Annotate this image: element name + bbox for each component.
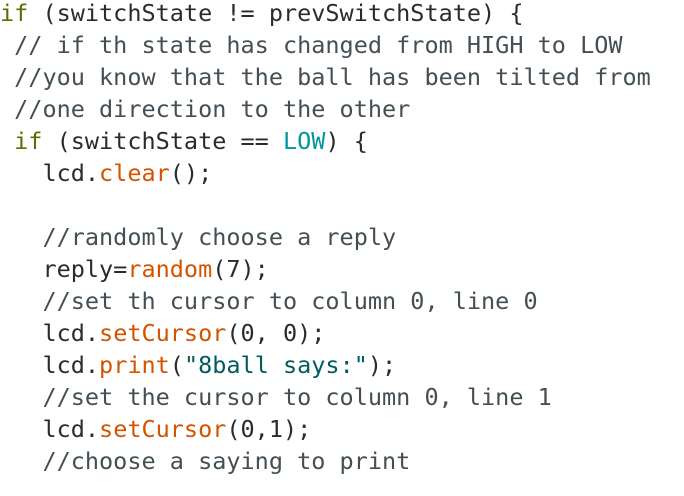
keyword-token: if bbox=[14, 127, 43, 155]
string-literal-token: "8ball says:" bbox=[183, 351, 368, 379]
function-token: setCursor bbox=[99, 415, 227, 443]
code-line[interactable]: // if th state has changed from HIGH to … bbox=[0, 29, 684, 61]
code-token: (switchState == bbox=[42, 127, 283, 155]
code-line[interactable]: lcd.print("8ball says:"); bbox=[0, 349, 684, 381]
function-token: clear bbox=[99, 159, 170, 187]
comment-token: //set th cursor to column 0, line 0 bbox=[0, 287, 538, 315]
function-token: random bbox=[127, 255, 213, 283]
code-token: (0, 0); bbox=[226, 319, 326, 347]
code-line[interactable]: if (switchState == LOW) { bbox=[0, 125, 684, 157]
comment-token: //randomly choose a reply bbox=[0, 223, 397, 251]
code-token: lcd. bbox=[0, 415, 100, 443]
function-token: print bbox=[99, 351, 170, 379]
keyword-token: if bbox=[0, 0, 29, 27]
comment-token: // if th state has changed from HIGH to … bbox=[0, 31, 623, 59]
code-token: (7); bbox=[212, 255, 269, 283]
comment-token: //one direction to the other bbox=[0, 95, 411, 123]
code-line[interactable]: //set the cursor to column 0, line 1 bbox=[0, 381, 684, 413]
comment-token: //you know that the ball has been tilted… bbox=[0, 63, 651, 91]
code-token: (0,1); bbox=[226, 415, 312, 443]
code-line[interactable]: reply=random(7); bbox=[0, 253, 684, 285]
code-token: (); bbox=[169, 159, 213, 187]
code-line[interactable]: //choose a saying to print bbox=[0, 445, 684, 477]
code-token: lcd. bbox=[0, 351, 100, 379]
code-line[interactable]: ​ bbox=[0, 189, 684, 221]
code-line[interactable]: lcd.setCursor(0, 0); bbox=[0, 317, 684, 349]
comment-token: //choose a saying to print bbox=[0, 447, 411, 475]
code-token: lcd. bbox=[0, 319, 100, 347]
code-token: ( bbox=[169, 351, 184, 379]
comment-token: //set the cursor to column 0, line 1 bbox=[0, 383, 552, 411]
code-editor[interactable]: if (switchState != prevSwitchState) { //… bbox=[0, 0, 684, 477]
code-line[interactable]: //set th cursor to column 0, line 0 bbox=[0, 285, 684, 317]
code-line[interactable]: //one direction to the other bbox=[0, 93, 684, 125]
code-token: (switchState != prevSwitchState) { bbox=[28, 0, 524, 27]
code-token: ); bbox=[367, 351, 397, 379]
code-token: reply= bbox=[0, 255, 128, 283]
function-token: setCursor bbox=[99, 319, 227, 347]
code-line[interactable]: //randomly choose a reply bbox=[0, 221, 684, 253]
code-line[interactable]: lcd.clear(); bbox=[0, 157, 684, 189]
constant-token: LOW bbox=[282, 127, 326, 155]
code-line[interactable]: lcd.setCursor(0,1); bbox=[0, 413, 684, 445]
code-token: lcd. bbox=[0, 159, 100, 187]
code-line[interactable]: if (switchState != prevSwitchState) { bbox=[0, 0, 684, 29]
code-line[interactable]: //you know that the ball has been tilted… bbox=[0, 61, 684, 93]
code-token: ) { bbox=[325, 127, 368, 155]
